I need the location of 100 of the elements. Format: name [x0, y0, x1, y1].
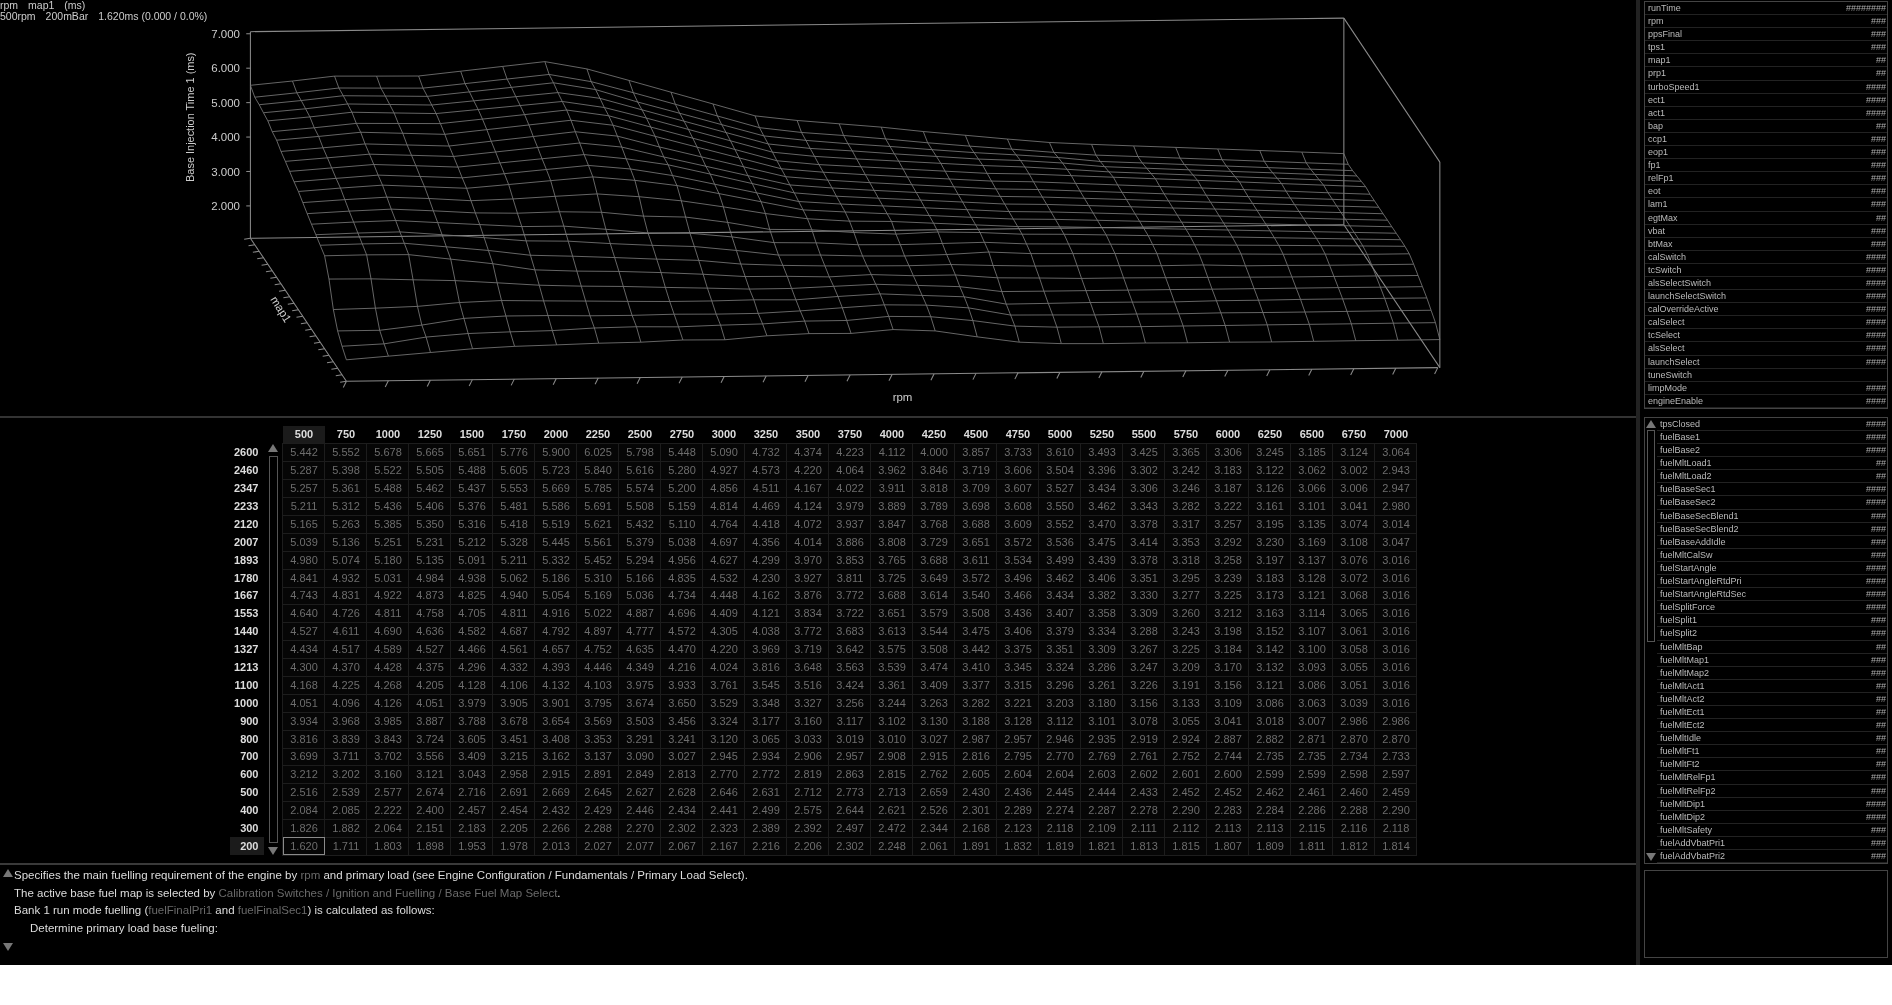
column-header: 1500 — [451, 426, 493, 444]
table-cell[interactable]: 5.665 — [409, 443, 451, 462]
table-cell[interactable]: 3.064 — [1375, 443, 1417, 462]
row-header: 300 — [230, 819, 265, 838]
table-cell[interactable]: 4.732 — [745, 443, 787, 462]
channel-name: fuelMltAct2 — [1660, 692, 1705, 705]
table-cell[interactable]: 4.112 — [871, 443, 913, 462]
axis-tick-label: 5.000 — [211, 96, 240, 109]
channel-name: fuelStartAngleRtdSec — [1660, 588, 1747, 601]
channel-value: #### — [1865, 381, 1886, 394]
table-cell[interactable]: 5.651 — [451, 443, 493, 462]
column-header: 750 — [325, 426, 367, 444]
axis-title: rpm — [892, 391, 913, 403]
table-cell[interactable]: 5.442 — [283, 443, 325, 462]
channel-value: #### — [1865, 601, 1886, 614]
scroll-down-icon[interactable] — [1646, 853, 1656, 862]
channel-value: ### — [1870, 172, 1886, 185]
channel-name: fuelBaseSecBlend1 — [1660, 509, 1739, 522]
table-cell[interactable]: 5.776 — [493, 443, 535, 462]
channel-name: fuelAddVbatPri1 — [1660, 836, 1726, 849]
channel-value: ## — [1876, 470, 1886, 483]
channel-name: fuelBase1 — [1660, 431, 1701, 444]
table-cell[interactable]: 6.025 — [577, 443, 619, 462]
channel-name: fuelMltFt1 — [1660, 745, 1700, 758]
channel-value: ### — [1870, 823, 1886, 836]
axis-label: (ms) — [64, 0, 86, 11]
table-cell[interactable]: 5.798 — [619, 443, 661, 462]
table-cell[interactable]: 5.552 — [325, 443, 367, 462]
row-header: 1213 — [233, 660, 260, 675]
row-header: 200 — [230, 837, 265, 856]
channel-name: fuelMltMap1 — [1660, 653, 1710, 666]
table-cell[interactable]: 3.610 — [1039, 443, 1081, 462]
column-header: 4250 — [913, 426, 955, 444]
axis-label: rpm — [0, 0, 19, 11]
channel-value: #### — [1865, 106, 1886, 119]
channel-value: ### — [1870, 836, 1886, 849]
variable-link[interactable]: fuelFinalSec1 — [237, 904, 308, 916]
variable-link[interactable]: fuelFinalPri1 — [148, 904, 213, 916]
table-cell[interactable]: 3.365 — [1165, 443, 1207, 462]
channel-name: vbat — [1648, 224, 1665, 237]
channel-name: calSwitch — [1648, 250, 1686, 263]
table-cell[interactable]: 4.374 — [787, 443, 829, 462]
table-cell[interactable]: 3.185 — [1291, 443, 1333, 462]
channel-name: runTime — [1648, 2, 1681, 15]
column-header: 6500 — [1291, 426, 1333, 444]
help-text: Specifies the main fuelling requirement of the engine by rpm and primary load (see Engine Configuration / Fundamentals / Primary Load Select). — [14, 868, 749, 883]
channel-value: ### — [1870, 237, 1886, 250]
channel-value: #### — [1865, 561, 1886, 575]
channel-value: ## — [1876, 732, 1886, 745]
channel-name: fuelMltEct1 — [1660, 705, 1705, 719]
scrollbar[interactable] — [1647, 429, 1655, 642]
channel-value: ### — [1870, 132, 1886, 146]
scroll-up-icon[interactable] — [1646, 419, 1656, 428]
channel-name: tcSwitch — [1648, 263, 1682, 276]
table-cell[interactable]: 3.493 — [1081, 443, 1123, 462]
table-cell[interactable]: 3.425 — [1123, 443, 1165, 462]
channel-name: fuelMltMap2 — [1660, 666, 1710, 679]
channel-value: #### — [1865, 290, 1886, 303]
row-header: 700 — [239, 749, 260, 765]
row-header: 2120 — [233, 516, 260, 532]
row-header: 1000 — [233, 695, 260, 711]
channel-value: ## — [1876, 705, 1886, 719]
channel-name: tpsClosed — [1660, 417, 1701, 430]
table-cell[interactable]: 3.306 — [1207, 443, 1249, 462]
table-cell[interactable]: 1.620 — [283, 837, 325, 856]
cursor-readout: 500rpm — [0, 10, 36, 22]
table-cell[interactable]: 3.124 — [1333, 443, 1375, 462]
channel-name: fuelMltFt2 — [1660, 758, 1700, 771]
table-cell[interactable]: 4.223 — [829, 443, 871, 462]
channel-value: #### — [1865, 810, 1886, 823]
table-cell[interactable]: 5.090 — [703, 443, 745, 462]
channel-name: rpm — [1648, 15, 1664, 28]
channel-name: fuelBaseAddIdle — [1660, 535, 1726, 548]
table-cell[interactable]: 5.678 — [367, 443, 409, 462]
table-cell[interactable]: 5.900 — [535, 443, 577, 462]
column-header: 2250 — [577, 426, 619, 444]
column-header: 5000 — [1039, 426, 1081, 444]
row-header: 900 — [239, 713, 260, 729]
column-header: 5500 — [1123, 426, 1165, 444]
channel-value: ### — [1870, 771, 1886, 784]
axis-tick-label: 7.000 — [211, 27, 240, 40]
channel-name: tps1 — [1648, 41, 1665, 54]
channel-name: launchSelectSwitch — [1648, 290, 1727, 303]
table-cell[interactable]: 5.448 — [661, 443, 703, 462]
cursor-readout: 1.620ms (0.000 / 0.0%) — [98, 10, 208, 22]
table-cell[interactable]: 3.733 — [997, 443, 1039, 462]
table-cell[interactable]: 3.245 — [1249, 443, 1291, 462]
table-cell[interactable]: 3.857 — [955, 443, 997, 462]
scrollbar[interactable] — [269, 455, 278, 844]
table-cell[interactable]: 4.000 — [913, 443, 955, 462]
channel-name: fuelMltRelFp1 — [1660, 771, 1716, 784]
channel-value: #### — [1865, 575, 1886, 588]
channel-name: fuelMltLoad1 — [1660, 457, 1712, 470]
channel-value: ## — [1876, 679, 1886, 692]
channel-name: btMax — [1648, 237, 1673, 250]
row-header: 2460 — [233, 463, 260, 479]
column-header: 1000 — [367, 426, 409, 444]
scroll-up-icon[interactable] — [3, 869, 13, 877]
scroll-down-icon[interactable] — [3, 943, 13, 951]
variable-link[interactable]: rpm — [300, 869, 321, 881]
